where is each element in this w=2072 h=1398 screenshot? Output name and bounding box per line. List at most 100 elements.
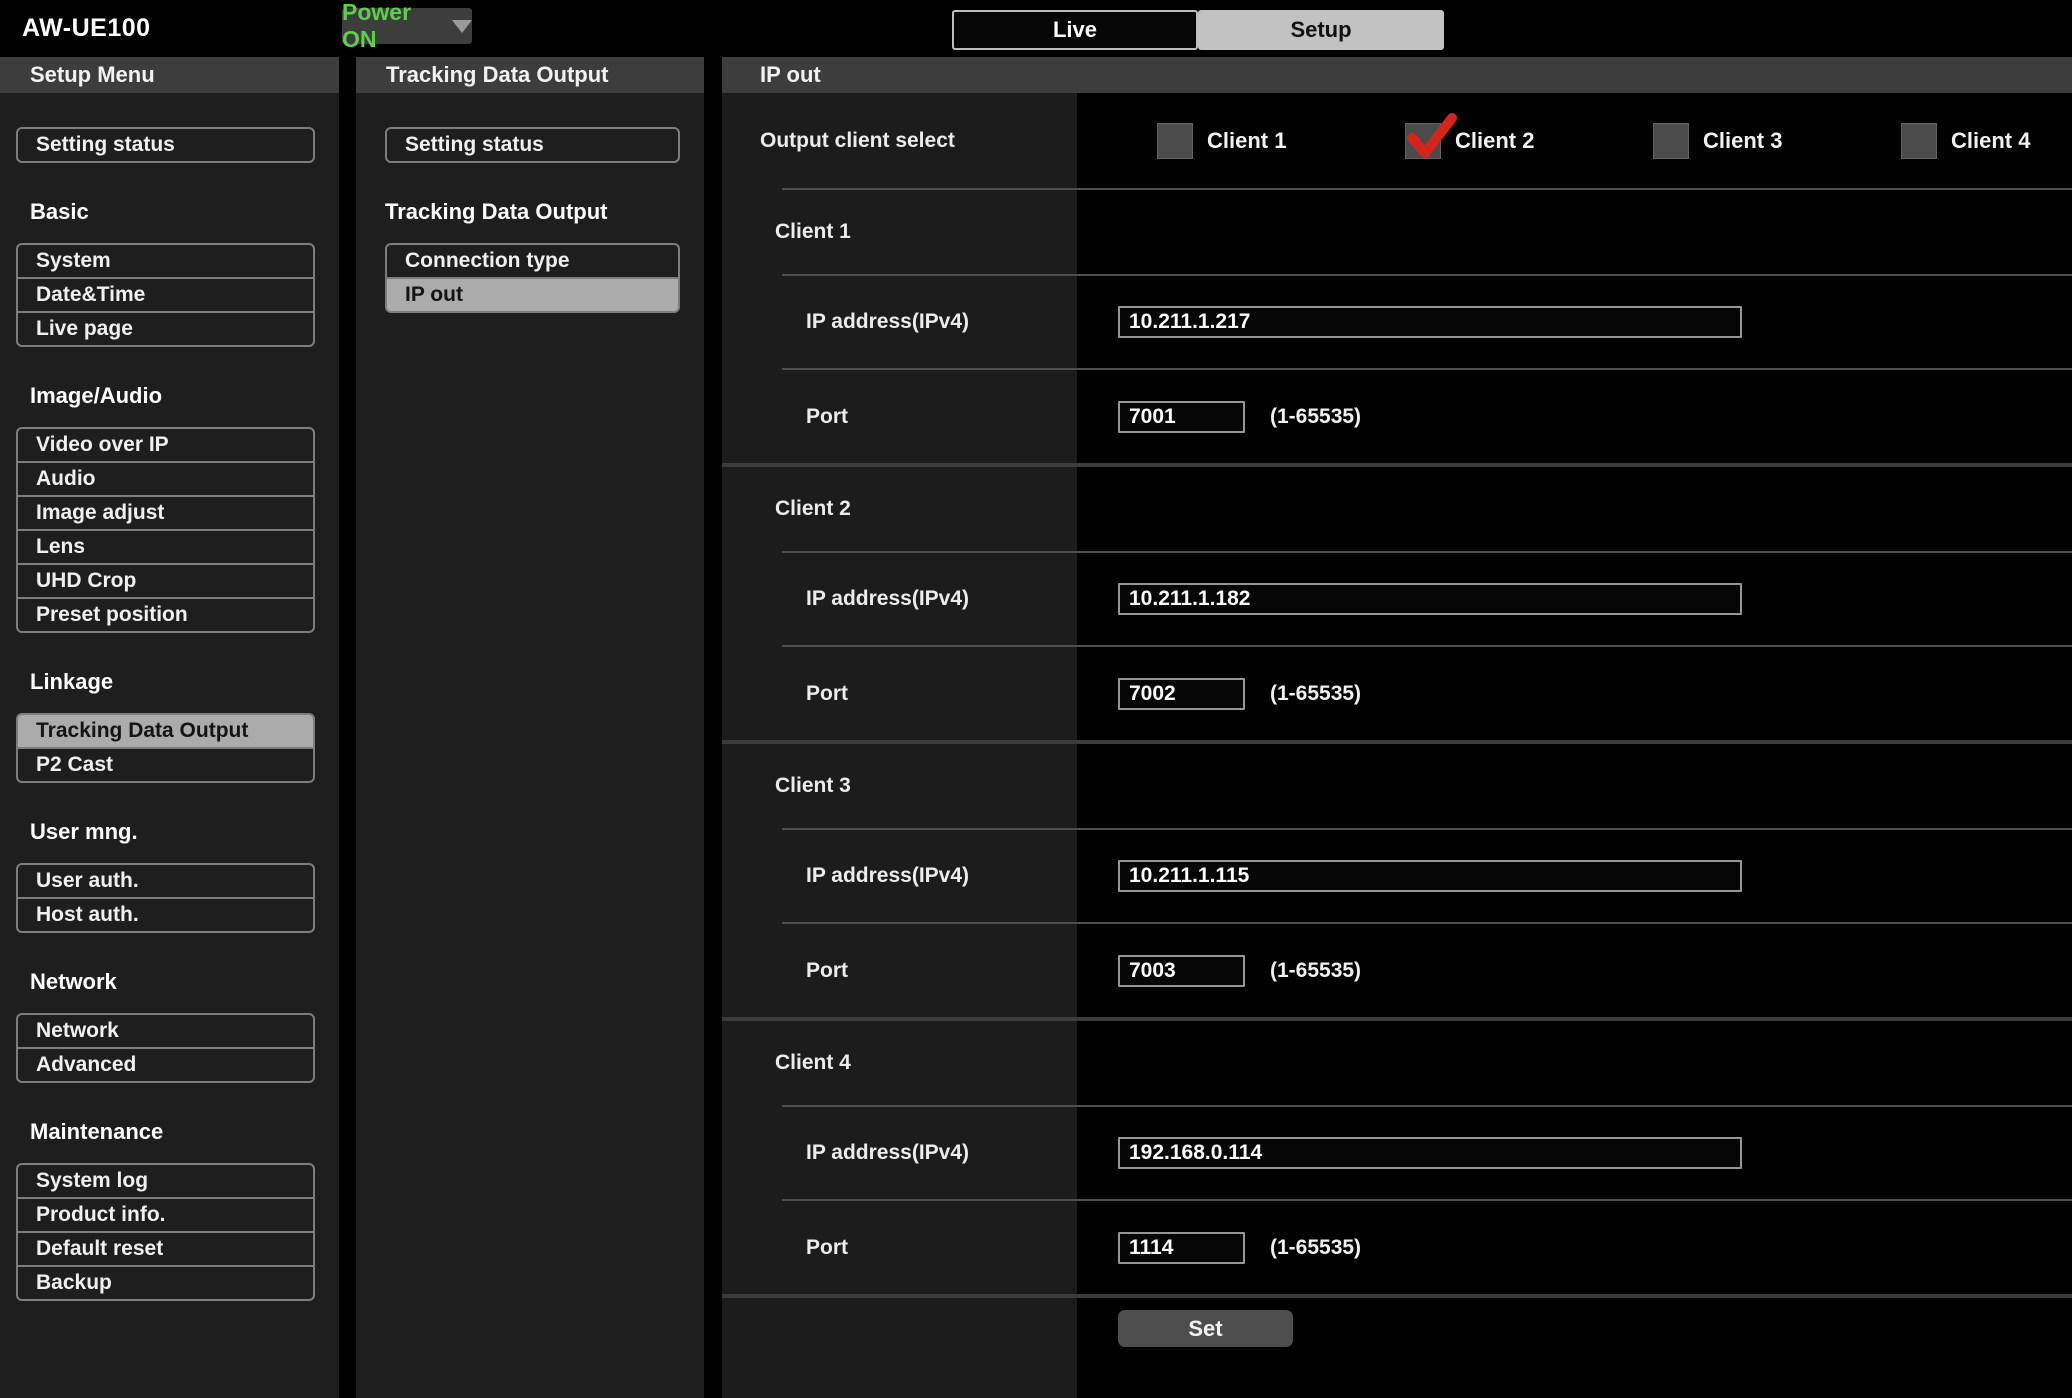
client1-ip-label: IP address(IPv4) bbox=[722, 276, 1077, 368]
sidebar-item-advanced[interactable]: Advanced bbox=[16, 1047, 315, 1083]
sidebar-item-lens[interactable]: Lens bbox=[16, 529, 315, 565]
sidebar-item-system-log[interactable]: System log bbox=[16, 1163, 315, 1199]
output-client-select-label: Output client select bbox=[722, 93, 1077, 188]
client4-port-row: Port (1-65535) bbox=[722, 1201, 2072, 1294]
row-separator bbox=[722, 1199, 2072, 1201]
client3-ip-row: IP address(IPv4) bbox=[722, 830, 2072, 922]
sidebar-item-p2-cast[interactable]: P2 Cast bbox=[16, 747, 315, 783]
client1-port-label: Port bbox=[722, 370, 1077, 463]
sidebar-section-linkage: Linkage bbox=[16, 669, 315, 695]
client3-section-label: Client 3 bbox=[722, 744, 1077, 828]
client2-checkbox-group: Client 2 bbox=[1405, 123, 1653, 159]
ip-out-panel: IP out Output client select Client 1 bbox=[722, 57, 2072, 1398]
client3-checkbox-label: Client 3 bbox=[1703, 128, 1782, 154]
client3-section-row: Client 3 bbox=[722, 744, 2072, 828]
sidebar-item-audio[interactable]: Audio bbox=[16, 461, 315, 497]
chevron-down-icon bbox=[452, 20, 472, 33]
sidebar-header: Setup Menu bbox=[0, 57, 339, 93]
sidebar-item-live-page[interactable]: Live page bbox=[16, 311, 315, 347]
sidebar-item-tracking-data-output[interactable]: Tracking Data Output bbox=[16, 713, 315, 749]
client1-checkbox-label: Client 1 bbox=[1207, 128, 1286, 154]
client3-ip-input[interactable] bbox=[1118, 860, 1742, 892]
sidebar-item-default-reset[interactable]: Default reset bbox=[16, 1231, 315, 1267]
sidebar-item-date-time[interactable]: Date&Time bbox=[16, 277, 315, 313]
client4-ip-input[interactable] bbox=[1118, 1137, 1742, 1169]
device-title: AW-UE100 bbox=[22, 14, 151, 43]
submenu-section-heading: Tracking Data Output bbox=[385, 199, 680, 225]
page-tabs: Live Setup bbox=[952, 10, 1444, 50]
sidebar-item-backup[interactable]: Backup bbox=[16, 1265, 315, 1301]
client3-ip-label: IP address(IPv4) bbox=[722, 830, 1077, 922]
sidebar-item-network[interactable]: Network bbox=[16, 1013, 315, 1049]
set-row-label-spacer bbox=[722, 1298, 1077, 1398]
sidebar-item-setting-status[interactable]: Setting status bbox=[16, 127, 315, 163]
client4-port-input[interactable] bbox=[1118, 1232, 1245, 1264]
submenu-item-setting-status[interactable]: Setting status bbox=[385, 127, 680, 163]
client2-port-label: Port bbox=[722, 647, 1077, 740]
sidebar-section-image-audio: Image/Audio bbox=[16, 383, 315, 409]
client1-checkbox[interactable] bbox=[1157, 123, 1193, 159]
client1-port-input[interactable] bbox=[1118, 401, 1245, 433]
tab-setup[interactable]: Setup bbox=[1198, 10, 1444, 50]
client4-checkbox-label: Client 4 bbox=[1951, 128, 2030, 154]
client2-ip-input[interactable] bbox=[1118, 583, 1742, 615]
client2-section-label: Client 2 bbox=[722, 467, 1077, 551]
client4-ip-row: IP address(IPv4) bbox=[722, 1107, 2072, 1199]
client3-port-input[interactable] bbox=[1118, 955, 1245, 987]
row-separator bbox=[722, 645, 2072, 647]
client2-checkbox[interactable] bbox=[1405, 123, 1441, 159]
sidebar-item-user-auth[interactable]: User auth. bbox=[16, 863, 315, 899]
client1-section-row: Client 1 bbox=[722, 190, 2072, 274]
sidebar-section-user-mng: User mng. bbox=[16, 819, 315, 845]
output-client-select-row: Output client select Client 1 bbox=[722, 93, 2072, 188]
client1-port-row: Port (1-65535) bbox=[722, 370, 2072, 463]
tab-live[interactable]: Live bbox=[952, 10, 1198, 50]
row-separator bbox=[722, 188, 2072, 190]
power-status-label: Power ON bbox=[342, 0, 440, 53]
setup-menu-sidebar: Setup Menu Setting status Basic System D… bbox=[0, 57, 339, 1398]
submenu-item-connection-type[interactable]: Connection type bbox=[385, 243, 680, 279]
red-check-icon bbox=[1406, 110, 1458, 162]
client4-port-label: Port bbox=[722, 1201, 1077, 1294]
client2-ip-label: IP address(IPv4) bbox=[722, 553, 1077, 645]
sidebar-item-image-adjust[interactable]: Image adjust bbox=[16, 495, 315, 531]
top-bar: AW-UE100 Power ON Live Setup bbox=[0, 0, 2072, 57]
sidebar-section-network: Network bbox=[16, 969, 315, 995]
set-button[interactable]: Set bbox=[1118, 1310, 1293, 1347]
client3-checkbox[interactable] bbox=[1653, 123, 1689, 159]
row-separator bbox=[722, 828, 2072, 830]
set-row: Set bbox=[722, 1298, 2072, 1398]
sidebar-item-uhd-crop[interactable]: UHD Crop bbox=[16, 563, 315, 599]
camera-setup-page: AW-UE100 Power ON Live Setup Setup Menu … bbox=[0, 0, 2072, 1398]
sidebar-item-host-auth[interactable]: Host auth. bbox=[16, 897, 315, 933]
sidebar-item-video-over-ip[interactable]: Video over IP bbox=[16, 427, 315, 463]
row-separator bbox=[722, 1105, 2072, 1107]
client3-port-range: (1-65535) bbox=[1270, 959, 1361, 983]
client2-ip-row: IP address(IPv4) bbox=[722, 553, 2072, 645]
client2-port-row: Port (1-65535) bbox=[722, 647, 2072, 740]
sidebar-item-product-info[interactable]: Product info. bbox=[16, 1197, 315, 1233]
sidebar-item-preset-position[interactable]: Preset position bbox=[16, 597, 315, 633]
row-separator bbox=[722, 368, 2072, 370]
client2-checkbox-label: Client 2 bbox=[1455, 128, 1534, 154]
client2-port-input[interactable] bbox=[1118, 678, 1245, 710]
client3-port-label: Port bbox=[722, 924, 1077, 1017]
client2-section-row: Client 2 bbox=[722, 467, 2072, 551]
tracking-data-output-submenu: Tracking Data Output Setting status Trac… bbox=[356, 57, 704, 1398]
client4-checkbox[interactable] bbox=[1901, 123, 1937, 159]
client4-section-row: Client 4 bbox=[722, 1021, 2072, 1105]
client4-ip-label: IP address(IPv4) bbox=[722, 1107, 1077, 1199]
submenu-item-ip-out[interactable]: IP out bbox=[385, 277, 680, 313]
main-panel-header: IP out bbox=[722, 57, 2072, 93]
client4-checkbox-group: Client 4 bbox=[1901, 123, 2072, 159]
client2-port-range: (1-65535) bbox=[1270, 682, 1361, 706]
power-dropdown[interactable]: Power ON bbox=[342, 8, 472, 44]
client1-section-label: Client 1 bbox=[722, 190, 1077, 274]
client1-ip-input[interactable] bbox=[1118, 306, 1742, 338]
row-separator bbox=[722, 922, 2072, 924]
client1-ip-row: IP address(IPv4) bbox=[722, 276, 2072, 368]
client1-port-range: (1-65535) bbox=[1270, 405, 1361, 429]
row-separator bbox=[722, 274, 2072, 276]
client3-port-row: Port (1-65535) bbox=[722, 924, 2072, 1017]
sidebar-item-system[interactable]: System bbox=[16, 243, 315, 279]
